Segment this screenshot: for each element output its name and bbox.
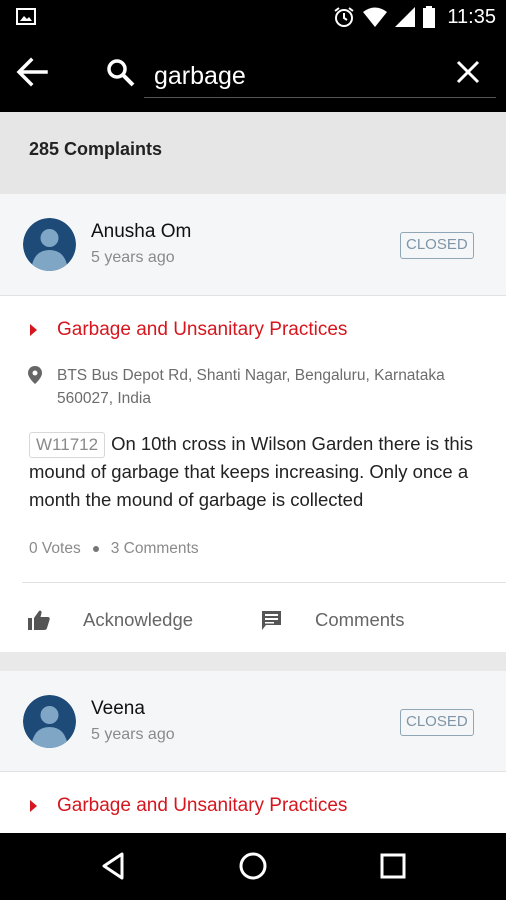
- caret-right-icon: [30, 800, 37, 812]
- category-label: Garbage and Unsanitary Practices: [57, 795, 348, 816]
- close-icon[interactable]: [452, 56, 484, 88]
- comment-icon: [262, 610, 281, 630]
- avatar: [23, 695, 76, 748]
- complaint-id: W11712: [29, 432, 106, 458]
- acknowledge-button[interactable]: Acknowledge: [28, 600, 193, 640]
- battery-icon: [423, 6, 436, 28]
- comments-label: Comments: [315, 609, 405, 630]
- acknowledge-label: Acknowledge: [83, 609, 194, 630]
- clock: 11:35: [447, 5, 496, 28]
- comments-button[interactable]: Comments: [261, 600, 404, 640]
- system-nav-bar: [0, 833, 506, 900]
- complaint-card-header: Anusha Om 5 years ago CLOSED: [0, 194, 506, 296]
- signal-icon: [395, 7, 416, 27]
- category-label: Garbage and Unsanitary Practices: [57, 319, 348, 340]
- separator-dot: [92, 546, 99, 552]
- complaint-description: W11712 On 10th cross in Wilson Garden the…: [29, 430, 489, 513]
- avatar: [23, 218, 76, 271]
- caret-right-icon: [30, 324, 37, 336]
- results-header: 285 Complaints: [0, 112, 506, 194]
- location-pin-icon: [28, 366, 42, 384]
- back-arrow-icon[interactable]: [14, 54, 50, 90]
- thumbs-up-icon: [28, 610, 50, 630]
- complaint-card[interactable]: Anusha Om 5 years ago CLOSED: [0, 194, 506, 652]
- complaint-category[interactable]: Garbage and Unsanitary Practices: [30, 319, 347, 341]
- post-time: 5 years ago: [91, 726, 175, 743]
- alarm-icon: [334, 7, 355, 27]
- author-name: Anusha Om: [91, 221, 192, 242]
- nav-back-icon[interactable]: [98, 850, 130, 882]
- nav-home-icon[interactable]: [237, 850, 269, 882]
- search-input[interactable]: [144, 56, 496, 98]
- comments-count[interactable]: 3 Comments: [111, 540, 199, 558]
- search-app-bar: [0, 34, 506, 112]
- post-time: 5 years ago: [91, 249, 175, 266]
- votes-count: 0 Votes: [29, 540, 81, 557]
- status-badge: CLOSED: [400, 232, 474, 259]
- results-count: 285 Complaints: [29, 139, 163, 159]
- complaint-card-header: Veena 5 years ago CLOSED: [0, 671, 506, 772]
- divider: [22, 582, 506, 583]
- image-icon: [16, 8, 36, 25]
- author-name: Veena: [91, 698, 145, 719]
- status-bar: 11:35: [0, 0, 506, 34]
- search-icon: [107, 59, 135, 87]
- complaint-category[interactable]: Garbage and Unsanitary Practices: [30, 795, 347, 817]
- status-badge: CLOSED: [400, 709, 474, 736]
- wifi-icon: [363, 7, 388, 27]
- nav-recents-icon[interactable]: [377, 850, 409, 882]
- complaint-stats: 0 Votes 3 Comments: [29, 540, 199, 558]
- address-text: BTS Bus Depot Rd, Shanti Nagar, Bengalur…: [57, 367, 445, 407]
